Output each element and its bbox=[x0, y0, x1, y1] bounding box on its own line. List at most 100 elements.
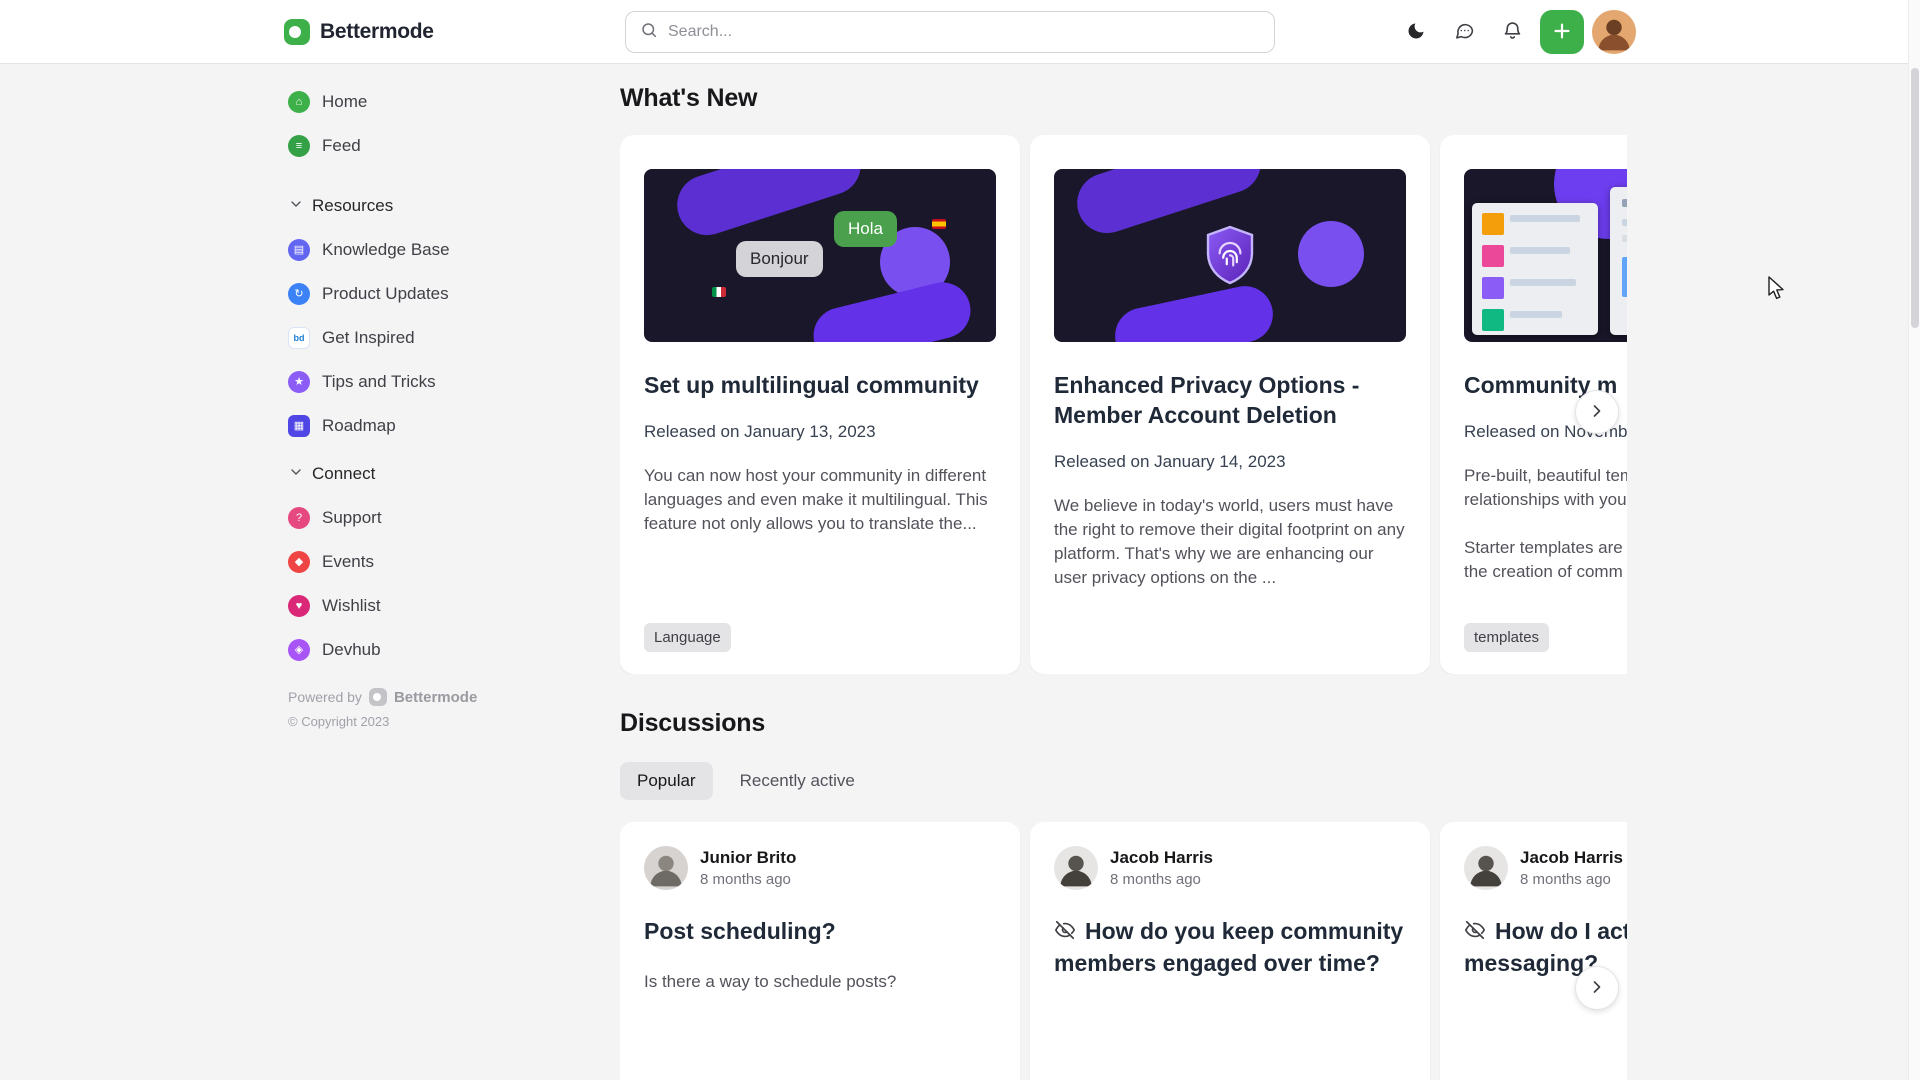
avatar[interactable] bbox=[1464, 846, 1508, 890]
discussion-card[interactable]: Jacob Harris 8 months ago How do I acti … bbox=[1440, 822, 1627, 1080]
powered-by-label: Powered by bbox=[288, 689, 362, 705]
bettermode-mark-icon bbox=[368, 688, 387, 706]
get-inspired-icon: bd bbox=[288, 327, 310, 349]
sidebar-section-connect[interactable]: Connect bbox=[288, 452, 518, 496]
card-excerpt: You can now host your community in diffe… bbox=[644, 466, 988, 533]
chevron-down-icon bbox=[288, 196, 304, 217]
post-author[interactable]: Jacob Harris bbox=[1520, 848, 1623, 868]
sidebar-item-knowledge-base[interactable]: ▤ Knowledge Base bbox=[288, 228, 518, 272]
sidebar-item-label: Devhub bbox=[322, 640, 381, 659]
tab-recently-active[interactable]: Recently active bbox=[723, 762, 872, 800]
top-header: Bettermode bbox=[0, 0, 1920, 64]
post-title-text: Post scheduling? bbox=[644, 918, 836, 944]
card-release-date: Released on January 13, 2023 bbox=[644, 422, 876, 441]
chevron-right-icon bbox=[1587, 401, 1607, 424]
card-release-date: Released on January 14, 2023 bbox=[1054, 452, 1286, 471]
sidebar-item-label: Get Inspired bbox=[322, 328, 415, 347]
post-title[interactable]: Post scheduling? bbox=[644, 916, 996, 946]
avatar-image bbox=[644, 846, 688, 890]
post-title[interactable]: How do you keep community members engage… bbox=[1054, 916, 1406, 978]
section-label: Resources bbox=[312, 196, 394, 215]
sidebar-item-label: Home bbox=[322, 92, 368, 111]
sidebar-item-roadmap[interactable]: ▦ Roadmap bbox=[288, 404, 518, 448]
sidebar-item-product-updates[interactable]: ↻ Product Updates bbox=[288, 272, 518, 316]
brand-name: Bettermode bbox=[320, 20, 434, 43]
sidebar-item-support[interactable]: ? Support bbox=[288, 496, 518, 540]
post-author[interactable]: Jacob Harris bbox=[1110, 848, 1213, 868]
speech-bubble-bonjour: Bonjour bbox=[736, 241, 823, 277]
sidebar-item-feed[interactable]: ≡ Feed bbox=[288, 124, 518, 168]
post-author[interactable]: Junior Brito bbox=[700, 848, 796, 868]
card-excerpt: Starter templates are bbox=[1464, 538, 1623, 557]
create-post-button[interactable] bbox=[1540, 10, 1584, 54]
flag-icon bbox=[712, 287, 726, 297]
avatar-image bbox=[1054, 846, 1098, 890]
sidebar-item-label: Feed bbox=[322, 136, 361, 155]
messages-button[interactable] bbox=[1444, 10, 1484, 54]
bettermode-logo-icon bbox=[284, 19, 310, 45]
sidebar-item-label: Wishlist bbox=[322, 596, 381, 615]
whats-new-card[interactable]: Bonjour Hola Set up multilingual communi… bbox=[620, 135, 1020, 674]
tag-language[interactable]: Language bbox=[644, 623, 731, 652]
moon-icon bbox=[1406, 21, 1426, 44]
sidebar-item-events[interactable]: ◆ Events bbox=[288, 540, 518, 584]
avatar-image bbox=[1464, 846, 1508, 890]
roadmap-icon: ▦ bbox=[288, 415, 310, 437]
template-thumbnail bbox=[1610, 187, 1627, 335]
post-time: 8 months ago bbox=[700, 871, 791, 888]
main-content: What's New Bonjour Hola Set up multiling… bbox=[620, 64, 1627, 1080]
sidebar-item-tips-and-tricks[interactable]: ★ Tips and Tricks bbox=[288, 360, 518, 404]
brand-logo[interactable]: Bettermode bbox=[284, 0, 434, 64]
plus-icon bbox=[1551, 20, 1573, 45]
notifications-button[interactable] bbox=[1492, 10, 1532, 54]
knowledge-base-icon: ▤ bbox=[288, 239, 310, 261]
discussions-carousel: Junior Brito 8 months ago Post schedulin… bbox=[620, 822, 1627, 1080]
tips-and-tricks-icon: ★ bbox=[288, 371, 310, 393]
home-icon: ⌂ bbox=[288, 91, 310, 113]
bell-icon bbox=[1502, 20, 1523, 44]
search-bar[interactable] bbox=[625, 11, 1275, 53]
carousel-next-button[interactable] bbox=[1575, 966, 1619, 1010]
card-excerpt: relationships with your bbox=[1464, 490, 1627, 509]
tag-templates[interactable]: templates bbox=[1464, 623, 1550, 652]
tab-popular[interactable]: Popular bbox=[620, 762, 713, 800]
sidebar-item-label: Product Updates bbox=[322, 284, 449, 303]
sidebar-section-resources[interactable]: Resources bbox=[288, 184, 518, 228]
card-title[interactable]: Set up multilingual community bbox=[644, 370, 996, 400]
carousel-next-button[interactable] bbox=[1575, 390, 1619, 434]
page-scrollbar[interactable] bbox=[1908, 0, 1920, 1080]
mouse-cursor bbox=[1767, 276, 1787, 307]
post-title[interactable]: How do I acti bbox=[1464, 916, 1627, 948]
avatar[interactable] bbox=[1054, 846, 1098, 890]
wishlist-icon: ♥ bbox=[288, 595, 310, 617]
post-time: 8 months ago bbox=[1110, 871, 1201, 888]
powered-by[interactable]: Powered by Bettermode bbox=[288, 688, 620, 706]
post-title-text: How do you keep community members engage… bbox=[1054, 918, 1404, 976]
discussion-card[interactable]: Junior Brito 8 months ago Post schedulin… bbox=[620, 822, 1020, 1080]
feed-icon: ≡ bbox=[288, 135, 310, 157]
sidebar-item-home[interactable]: ⌂ Home bbox=[288, 80, 518, 124]
theme-toggle-button[interactable] bbox=[1396, 10, 1436, 54]
card-title[interactable]: Enhanced Privacy Options - Member Accoun… bbox=[1054, 370, 1406, 430]
card-excerpt: We believe in today's world, users must … bbox=[1054, 496, 1405, 587]
scrollbar-thumb[interactable] bbox=[1911, 68, 1919, 328]
fingerprint-shield-icon bbox=[1204, 225, 1256, 290]
sidebar-item-get-inspired[interactable]: bd Get Inspired bbox=[288, 316, 518, 360]
user-avatar[interactable] bbox=[1592, 10, 1636, 54]
sidebar-footer: Powered by Bettermode © Copyright 2023 bbox=[288, 688, 620, 729]
card-excerpt: the creation of comm bbox=[1464, 562, 1623, 581]
sidebar-item-devhub[interactable]: ◈ Devhub bbox=[288, 628, 518, 672]
avatar[interactable] bbox=[644, 846, 688, 890]
sidebar-item-label: Knowledge Base bbox=[322, 240, 450, 259]
sidebar-item-label: Support bbox=[322, 508, 382, 527]
card-image-multilingual: Bonjour Hola bbox=[644, 169, 996, 342]
sidebar-item-wishlist[interactable]: ♥ Wishlist bbox=[288, 584, 518, 628]
powered-by-brand: Bettermode bbox=[393, 688, 478, 706]
card-image-templates bbox=[1464, 169, 1627, 342]
whats-new-card[interactable]: Enhanced Privacy Options - Member Accoun… bbox=[1030, 135, 1430, 674]
discussion-card[interactable]: Jacob Harris 8 months ago How do you kee… bbox=[1030, 822, 1430, 1080]
search-input[interactable] bbox=[668, 23, 1260, 41]
template-thumbnail bbox=[1472, 203, 1598, 335]
chat-bubble-icon bbox=[1454, 20, 1475, 44]
section-label: Connect bbox=[312, 464, 376, 483]
